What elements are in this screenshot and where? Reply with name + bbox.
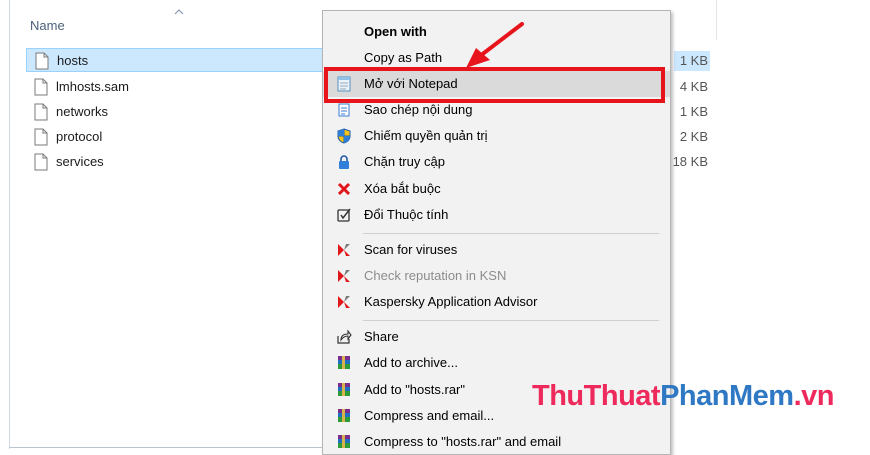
pane-bottom-border	[9, 447, 329, 448]
file-row-services[interactable]: services	[26, 150, 326, 174]
winrar-icon	[338, 356, 350, 369]
file-size: 4 KB	[679, 79, 708, 94]
file-size: 1 KB	[679, 104, 708, 119]
file-size: 2 KB	[679, 129, 708, 144]
menu-item-label: Compress to "hosts.rar" and email	[364, 434, 562, 449]
winrar-icon	[338, 383, 350, 396]
menu-item-copy-content[interactable]: Sao chép nội dung	[323, 97, 670, 123]
file-size-cell: 2 KB	[674, 127, 710, 147]
menu-item-label: Add to archive...	[364, 355, 458, 370]
file-icon	[34, 128, 48, 146]
file-size-cell: 18 KB	[672, 152, 710, 172]
file-icon	[34, 153, 48, 171]
file-size-cell: 4 KB	[674, 77, 710, 97]
watermark-part: ThuThuat	[532, 380, 661, 412]
menu-item-open-with-notepad[interactable]: Mở với Notepad	[323, 71, 670, 97]
file-size-cell: 1 KB	[674, 51, 710, 71]
kaspersky-icon	[338, 296, 350, 308]
menu-item-check-reputation[interactable]: Check reputation in KSN	[323, 263, 670, 289]
red-x-icon	[337, 182, 351, 196]
file-icon	[34, 103, 48, 121]
menu-item-label: Kaspersky Application Advisor	[364, 294, 538, 309]
menu-item-force-delete[interactable]: Xóa bắt buộc	[323, 176, 670, 202]
menu-item-add-to-archive[interactable]: Add to archive...	[323, 350, 670, 376]
menu-item-label: Scan for viruses	[364, 242, 458, 257]
watermark-part: PhanMem	[660, 380, 794, 412]
name-column-header[interactable]: Name	[30, 18, 65, 33]
share-icon	[337, 329, 352, 344]
menu-item-label: Xóa bắt buộc	[364, 181, 441, 196]
sort-ascending-icon	[174, 9, 184, 15]
menu-item-label: Chiếm quyền quản trị	[364, 128, 488, 143]
kaspersky-icon	[338, 270, 350, 282]
menu-separator	[363, 233, 659, 234]
menu-item-kaspersky-advisor[interactable]: Kaspersky Application Advisor	[323, 289, 670, 315]
menu-item-label: Đổi Thuộc tính	[364, 207, 449, 222]
file-name: services	[56, 154, 104, 169]
kaspersky-icon	[338, 244, 350, 256]
menu-item-block-access[interactable]: Chặn truy cập	[323, 149, 670, 175]
menu-item-label: Open with	[364, 24, 427, 39]
winrar-icon	[338, 409, 350, 422]
menu-item-scan-viruses[interactable]: Scan for viruses	[323, 237, 670, 263]
file-size: 18 KB	[672, 154, 708, 169]
shield-icon	[337, 128, 351, 144]
checkbox-icon	[337, 208, 351, 222]
menu-item-take-ownership[interactable]: Chiếm quyền quản trị	[323, 123, 670, 149]
file-row-hosts[interactable]: hosts	[26, 48, 326, 72]
file-size: 1 KB	[679, 53, 708, 68]
file-icon	[34, 78, 48, 96]
file-name: networks	[56, 104, 109, 119]
file-row-lmhosts[interactable]: lmhosts.sam	[26, 75, 326, 99]
winrar-icon	[338, 435, 350, 448]
file-name: hosts	[57, 53, 89, 68]
file-icon	[35, 52, 49, 70]
file-row-protocol[interactable]: protocol	[26, 125, 326, 149]
copy-content-icon	[338, 103, 350, 117]
menu-item-label: Mở với Notepad	[364, 76, 458, 91]
menu-item-change-attributes[interactable]: Đổi Thuộc tính	[323, 202, 670, 228]
watermark-logo: ThuThuatPhanMem.vn	[532, 380, 834, 413]
file-name: lmhosts.sam	[56, 79, 129, 94]
menu-item-label: Chặn truy cập	[364, 154, 445, 169]
notepad-icon	[337, 76, 351, 92]
menu-separator	[363, 320, 659, 321]
file-name: protocol	[56, 129, 103, 144]
menu-item-compress-to-hosts-rar-email[interactable]: Compress to "hosts.rar" and email	[323, 429, 670, 455]
menu-item-label: Compress and email...	[364, 408, 495, 423]
menu-item-label: Sao chép nội dung	[364, 102, 473, 117]
menu-item-share[interactable]: Share	[323, 324, 670, 350]
menu-item-label: Add to "hosts.rar"	[364, 382, 465, 397]
annotation-arrow-icon	[466, 22, 524, 68]
watermark-part: .vn	[793, 380, 835, 412]
lock-icon	[339, 155, 349, 169]
pane-border	[9, 0, 10, 449]
file-row-networks[interactable]: networks	[26, 100, 326, 124]
menu-item-label: Share	[364, 329, 399, 344]
column-divider[interactable]	[716, 0, 717, 40]
menu-item-label: Copy as Path	[364, 50, 443, 65]
file-size-cell: 1 KB	[674, 102, 710, 122]
menu-item-label: Check reputation in KSN	[364, 268, 507, 283]
